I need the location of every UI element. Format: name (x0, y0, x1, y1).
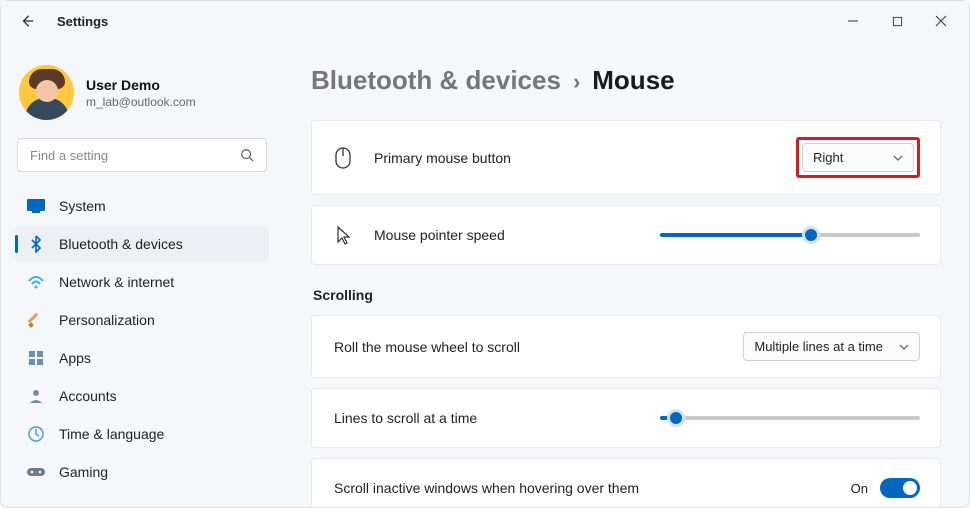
sidebar: User Demo m_lab@outlook.com System Bluet… (1, 41, 283, 507)
setting-primary-mouse-button: Primary mouse button Right (311, 120, 941, 195)
chevron-down-icon (899, 344, 909, 350)
breadcrumb: Bluetooth & devices › Mouse (311, 65, 941, 96)
user-name: User Demo (86, 77, 196, 93)
cursor-icon (332, 225, 354, 245)
toggle-state-text: On (851, 481, 868, 496)
content: Bluetooth & devices › Mouse Primary mous… (283, 41, 969, 507)
highlight-annotation: Right (796, 137, 920, 178)
setting-pointer-speed: Mouse pointer speed (311, 205, 941, 265)
inactive-windows-toggle[interactable] (880, 478, 920, 498)
sidebar-item-gaming[interactable]: Gaming (15, 454, 269, 490)
lines-scroll-slider[interactable] (660, 408, 920, 428)
user-email: m_lab@outlook.com (86, 95, 196, 109)
setting-label: Mouse pointer speed (374, 227, 505, 243)
network-icon (27, 273, 45, 291)
pointer-speed-slider[interactable] (660, 225, 920, 245)
chevron-down-icon (893, 155, 903, 161)
window-title: Settings (57, 14, 108, 29)
avatar (19, 65, 74, 120)
sidebar-item-apps[interactable]: Apps (15, 340, 269, 376)
primary-button-dropdown[interactable]: Right (802, 143, 914, 172)
search-icon (240, 148, 254, 162)
setting-label: Lines to scroll at a time (334, 410, 477, 426)
dropdown-value: Multiple lines at a time (754, 339, 883, 354)
nav: System Bluetooth & devices Network & int… (15, 188, 269, 490)
sidebar-item-label: System (59, 198, 106, 214)
back-button[interactable] (17, 14, 37, 28)
maximize-button[interactable] (875, 5, 919, 37)
roll-wheel-dropdown[interactable]: Multiple lines at a time (743, 332, 920, 361)
sidebar-item-label: Bluetooth & devices (59, 236, 183, 252)
bluetooth-icon (27, 235, 45, 253)
search-input[interactable] (30, 148, 240, 163)
section-title-scrolling: Scrolling (313, 287, 941, 303)
sidebar-item-time-language[interactable]: Time & language (15, 416, 269, 452)
setting-label: Primary mouse button (374, 150, 511, 166)
apps-icon (27, 349, 45, 367)
sidebar-item-network[interactable]: Network & internet (15, 264, 269, 300)
sidebar-item-accounts[interactable]: Accounts (15, 378, 269, 414)
close-button[interactable] (919, 5, 963, 37)
sidebar-item-label: Apps (59, 350, 91, 366)
page-title: Mouse (592, 65, 674, 96)
setting-label: Roll the mouse wheel to scroll (334, 339, 520, 355)
dropdown-value: Right (813, 150, 843, 165)
personalization-icon (27, 311, 45, 329)
user-profile[interactable]: User Demo m_lab@outlook.com (19, 65, 267, 120)
minimize-button[interactable] (831, 5, 875, 37)
sidebar-item-system[interactable]: System (15, 188, 269, 224)
setting-lines-scroll: Lines to scroll at a time (311, 388, 941, 448)
sidebar-item-bluetooth-devices[interactable]: Bluetooth & devices (15, 226, 269, 262)
chevron-right-icon: › (573, 69, 580, 95)
setting-roll-wheel: Roll the mouse wheel to scroll Multiple … (311, 315, 941, 378)
sidebar-item-label: Gaming (59, 464, 108, 480)
mouse-icon (332, 147, 354, 169)
system-icon (27, 197, 45, 215)
search-box[interactable] (17, 138, 267, 172)
sidebar-item-label: Personalization (59, 312, 155, 328)
sidebar-item-personalization[interactable]: Personalization (15, 302, 269, 338)
accounts-icon (27, 387, 45, 405)
breadcrumb-parent[interactable]: Bluetooth & devices (311, 65, 561, 96)
titlebar: Settings (1, 1, 969, 41)
sidebar-item-label: Time & language (59, 426, 164, 442)
time-language-icon (27, 425, 45, 443)
setting-label: Scroll inactive windows when hovering ov… (334, 480, 639, 496)
sidebar-item-label: Accounts (59, 388, 117, 404)
setting-inactive-windows: Scroll inactive windows when hovering ov… (311, 458, 941, 507)
gaming-icon (27, 463, 45, 481)
sidebar-item-label: Network & internet (59, 274, 174, 290)
